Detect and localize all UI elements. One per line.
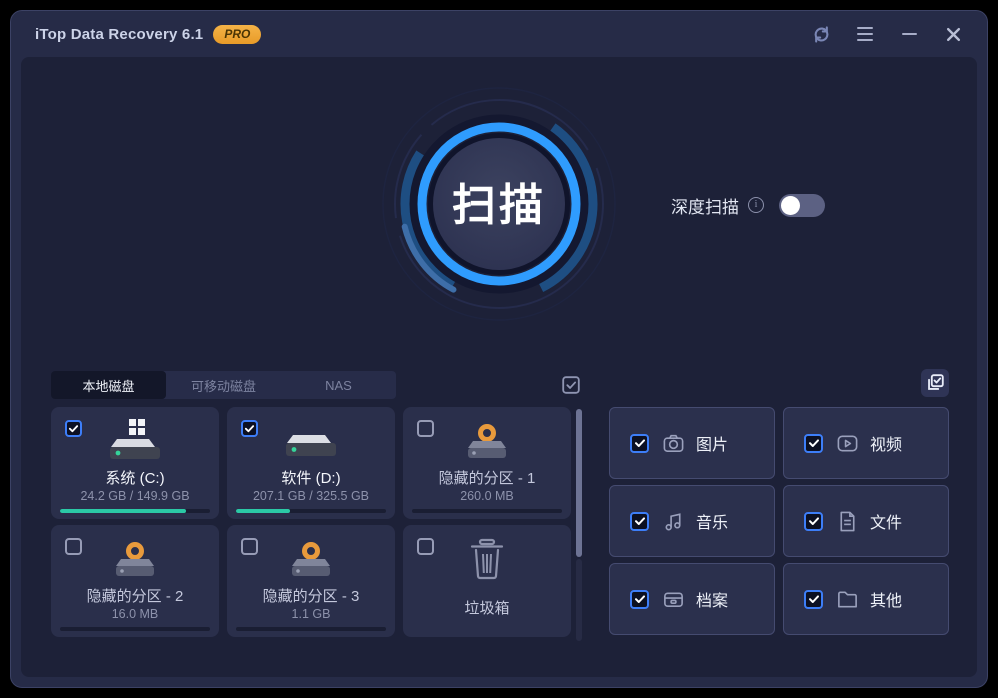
titlebar: iTop Data Recovery 6.1 PRO — [11, 11, 987, 57]
music-icon — [662, 510, 685, 533]
archive-icon — [662, 588, 685, 611]
disk-name: 隐藏的分区 - 3 — [227, 585, 395, 606]
hidden-partition-icon — [51, 535, 219, 581]
deep-scan-toggle[interactable] — [779, 194, 825, 217]
disk-usage-bar — [236, 627, 386, 631]
disk-card-hidden-2[interactable]: 隐藏的分区 - 2 16.0 MB — [51, 525, 219, 637]
disk-usage-bar — [60, 509, 210, 513]
scan-button-label: 扫描 — [452, 181, 546, 230]
filetype-card-others[interactable]: 其他 — [783, 563, 949, 635]
filetype-checkbox[interactable] — [804, 512, 823, 531]
disk-usage-bar — [412, 509, 562, 513]
tab-removable-disk[interactable]: 可移动磁盘 — [166, 371, 281, 399]
scrollbar-track — [576, 559, 582, 641]
disk-card-system-c[interactable]: 系统 (C:) 24.2 GB / 149.9 GB — [51, 407, 219, 519]
disk-size: 24.2 GB / 149.9 GB — [51, 489, 219, 503]
filetype-card-music[interactable]: 音乐 — [609, 485, 775, 557]
disk-card-hidden-3[interactable]: 隐藏的分区 - 3 1.1 GB — [227, 525, 395, 637]
disk-list-scrollbar[interactable] — [576, 407, 582, 641]
scan-button[interactable]: 扫描 — [379, 84, 619, 324]
disk-name: 垃圾箱 — [403, 597, 571, 618]
disk-usage-bar — [236, 509, 386, 513]
system-drive-icon — [51, 417, 219, 463]
camera-icon — [662, 432, 685, 455]
filetype-card-pictures[interactable]: 图片 — [609, 407, 775, 479]
filetype-label: 其他 — [870, 587, 902, 611]
app-title: iTop Data Recovery 6.1 — [35, 26, 203, 43]
hidden-partition-icon — [403, 417, 571, 463]
disk-size: 207.1 GB / 325.5 GB — [227, 489, 395, 503]
disk-usage-bar — [60, 627, 210, 631]
select-all-disks-icon[interactable] — [557, 371, 585, 399]
deep-scan-label: 深度扫描 — [671, 193, 739, 218]
disk-card-software-d[interactable]: 软件 (D:) 207.1 GB / 325.5 GB — [227, 407, 395, 519]
filetype-card-documents[interactable]: 文件 — [783, 485, 949, 557]
scrollbar-thumb[interactable] — [576, 409, 582, 557]
deep-scan-row: 深度扫描 i — [671, 190, 825, 220]
main-panel: 扫描 深度扫描 i 本地磁盘 可移动磁盘 NAS — [21, 57, 977, 677]
pro-badge: PRO — [213, 25, 261, 44]
disk-name: 隐藏的分区 - 1 — [403, 467, 571, 488]
filetype-checkbox[interactable] — [630, 590, 649, 609]
drive-icon — [227, 417, 395, 463]
folder-icon — [836, 588, 859, 611]
filetype-label: 视频 — [870, 431, 902, 455]
document-icon — [836, 510, 859, 533]
select-all-filetypes-icon[interactable] — [921, 369, 949, 397]
filetype-card-archives[interactable]: 档案 — [609, 563, 775, 635]
filetype-checkbox[interactable] — [804, 434, 823, 453]
app-window: iTop Data Recovery 6.1 PRO — [10, 10, 988, 688]
filetype-label: 文件 — [870, 509, 902, 533]
toggle-knob — [781, 196, 800, 215]
disk-card-hidden-1[interactable]: 隐藏的分区 - 1 260.0 MB — [403, 407, 571, 519]
disk-size: 260.0 MB — [403, 489, 571, 503]
info-icon[interactable]: i — [748, 197, 764, 213]
minimize-button[interactable] — [899, 24, 919, 44]
menu-icon[interactable] — [855, 24, 875, 44]
disk-name: 系统 (C:) — [51, 467, 219, 488]
tab-nas[interactable]: NAS — [281, 371, 396, 399]
filetype-checkbox[interactable] — [630, 512, 649, 531]
disk-size: 1.1 GB — [227, 607, 395, 621]
close-button[interactable] — [943, 24, 963, 44]
disk-size: 16.0 MB — [51, 607, 219, 621]
disk-name: 隐藏的分区 - 2 — [51, 585, 219, 606]
filetype-checkbox[interactable] — [630, 434, 649, 453]
trash-icon — [403, 535, 571, 581]
filetype-label: 音乐 — [696, 509, 728, 533]
disk-card-recycle-bin[interactable]: 垃圾箱 — [403, 525, 571, 637]
tab-local-disk[interactable]: 本地磁盘 — [51, 371, 166, 399]
hidden-partition-icon — [227, 535, 395, 581]
disk-tabs: 本地磁盘 可移动磁盘 NAS — [51, 371, 396, 399]
filetype-card-video[interactable]: 视频 — [783, 407, 949, 479]
disk-name: 软件 (D:) — [227, 467, 395, 488]
refresh-icon[interactable] — [811, 24, 831, 44]
filetype-label: 档案 — [696, 587, 728, 611]
filetype-label: 图片 — [696, 431, 728, 455]
video-icon — [836, 432, 859, 455]
filetype-checkbox[interactable] — [804, 590, 823, 609]
